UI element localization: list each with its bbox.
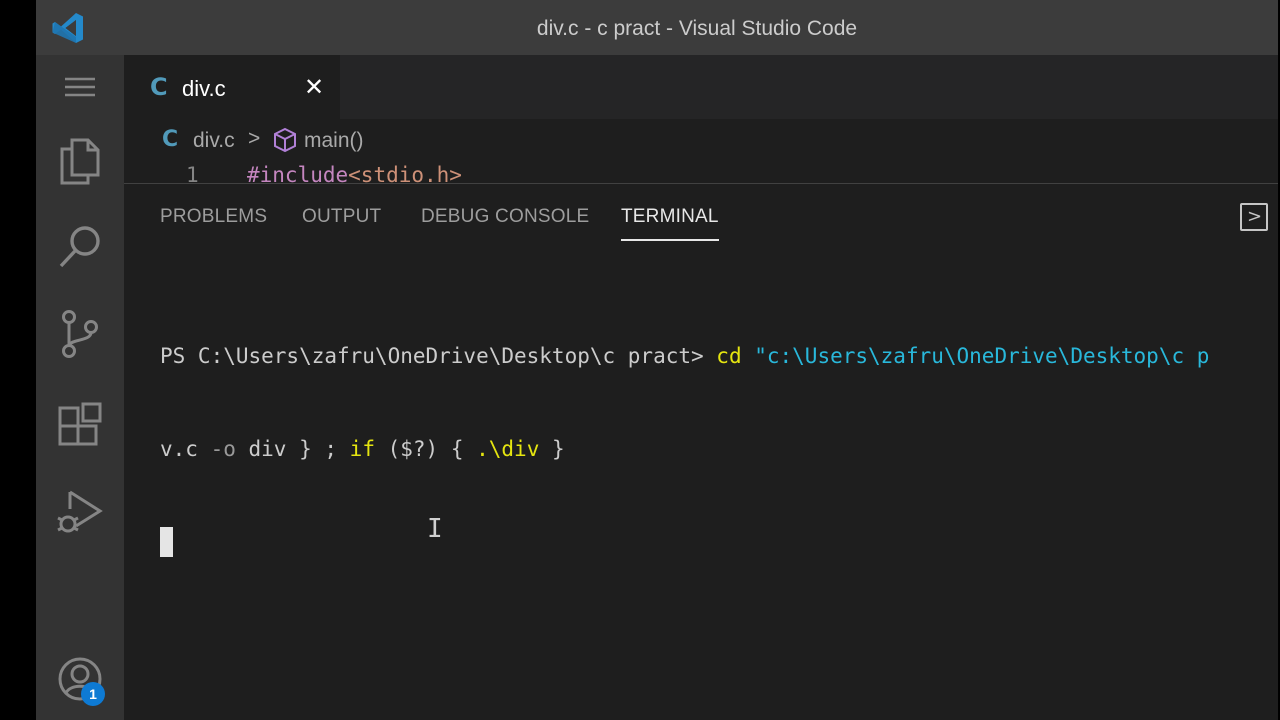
- title-bar: div.c - c pract - Visual Studio Code: [36, 0, 1278, 55]
- tab-output[interactable]: OUTPUT: [302, 206, 381, 228]
- account-icon[interactable]: [36, 649, 124, 709]
- files-icon[interactable]: [36, 131, 124, 191]
- tab-strip: C div.c ✕: [124, 55, 1278, 119]
- cube-icon: [272, 127, 298, 159]
- breadcrumb: C div.c > main(): [124, 119, 1278, 161]
- c-file-icon: C: [162, 127, 179, 152]
- terminal-line: [160, 527, 1278, 558]
- breadcrumb-file[interactable]: div.c: [193, 129, 235, 153]
- activity-bar: 1: [36, 55, 124, 720]
- terminal-output[interactable]: PS C:\Users\zafru\OneDrive\Desktop\c pra…: [160, 279, 1278, 620]
- tab-div-c[interactable]: C div.c ✕: [124, 55, 340, 119]
- terminal-text: v.c: [160, 437, 211, 461]
- code-line[interactable]: 1 #include<stdio.h>: [124, 163, 1278, 183]
- extensions-icon[interactable]: [36, 395, 124, 455]
- terminal-flag: -o: [210, 437, 236, 461]
- terminal-text: }: [539, 437, 565, 461]
- line-number: 1: [186, 163, 199, 183]
- search-icon[interactable]: [36, 217, 124, 277]
- terminal-text: div } ;: [235, 437, 350, 461]
- terminal-launch-icon[interactable]: >: [1240, 203, 1268, 231]
- tab-label: div.c: [182, 76, 226, 101]
- terminal-cursor: [160, 527, 173, 557]
- terminal-prompt: PS C:\Users\zafru\OneDrive\Desktop\c pra…: [160, 344, 717, 368]
- hamburger-menu-icon[interactable]: [36, 57, 124, 117]
- close-icon[interactable]: ✕: [304, 73, 324, 102]
- bottom-panel: PROBLEMS OUTPUT DEBUG CONSOLE TERMINAL >…: [124, 183, 1278, 720]
- terminal-text: ($?) {: [374, 437, 477, 461]
- breadcrumb-symbol[interactable]: main(): [304, 129, 364, 153]
- left-letterbox: [0, 0, 36, 720]
- chevron-right-icon: >: [248, 127, 261, 150]
- include-directive: #include: [247, 163, 349, 183]
- terminal-keyword: if: [349, 437, 375, 461]
- code-text: #include<stdio.h>: [247, 163, 462, 183]
- terminal-path: "c:\Users\zafru\OneDrive\Desktop\c p: [741, 344, 1210, 368]
- tab-terminal[interactable]: TERMINAL: [621, 206, 719, 241]
- window-title: div.c - c pract - Visual Studio Code: [536, 17, 858, 40]
- tab-problems[interactable]: PROBLEMS: [160, 206, 267, 228]
- source-control-icon[interactable]: [36, 304, 124, 364]
- run-debug-icon[interactable]: [36, 482, 124, 542]
- notification-badge: 1: [81, 682, 105, 706]
- terminal-command: cd: [716, 344, 742, 368]
- editor-area: C div.c ✕ C div.c > main() 1 #include<st…: [124, 55, 1278, 720]
- c-file-icon: C: [150, 73, 168, 101]
- terminal-command: .\div: [476, 437, 540, 461]
- mouse-ibeam-cursor: I: [427, 514, 443, 544]
- terminal-line: v.c -o div } ; if ($?) { .\div }: [160, 434, 1278, 465]
- terminal-line: PS C:\Users\zafru\OneDrive\Desktop\c pra…: [160, 341, 1278, 372]
- tab-debug-console[interactable]: DEBUG CONSOLE: [421, 206, 589, 228]
- include-arg: <stdio.h>: [348, 163, 462, 183]
